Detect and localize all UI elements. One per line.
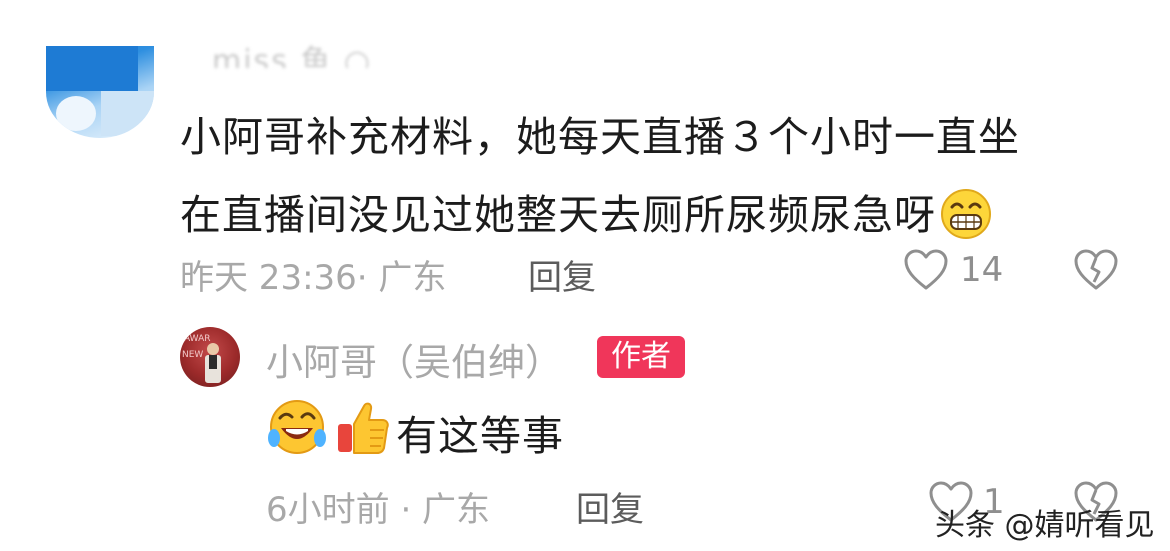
thumbs-up-emoji [338,402,389,454]
commenter-avatar[interactable] [46,46,154,138]
author-reply-meta: 6小时前 · 广东 [266,490,491,530]
comment-reply-button[interactable]: 回复 [528,250,596,299]
watermark: 头条 @婧听看见 [935,508,1155,543]
comment-meta: 昨天 23:36· 广东 [180,258,447,298]
heart-icon[interactable] [903,248,949,292]
comment-like-count: 14 [960,250,1004,290]
broken-heart-icon[interactable] [1073,248,1119,292]
author-reply-button[interactable]: 回复 [576,482,644,531]
author-reply-text: 有这等事 [396,412,564,460]
author-name[interactable]: 小阿哥（吴伯绅） [266,332,562,386]
comment-line-2: 在直播间没见过她整天去厕所尿频尿急呀 [180,176,1140,254]
author-avatar[interactable]: AWAR NEW [180,327,240,387]
comment-line-1: 小阿哥补充材料，她每天直播３个小时一直坐 [180,113,1020,161]
rolling-laughing-emoji [268,400,326,454]
grin-emoji [941,189,991,239]
comment-body: 小阿哥补充材料，她每天直播３个小时一直坐 在直播间没见过她整天去厕所尿频尿急呀 [180,98,1140,254]
commenter-username-blurred[interactable]: miss 鱼 ○ [212,36,382,68]
svg-text:NEW: NEW [182,350,203,360]
svg-text:AWAR: AWAR [184,334,210,344]
author-badge: 作者 [597,336,685,378]
